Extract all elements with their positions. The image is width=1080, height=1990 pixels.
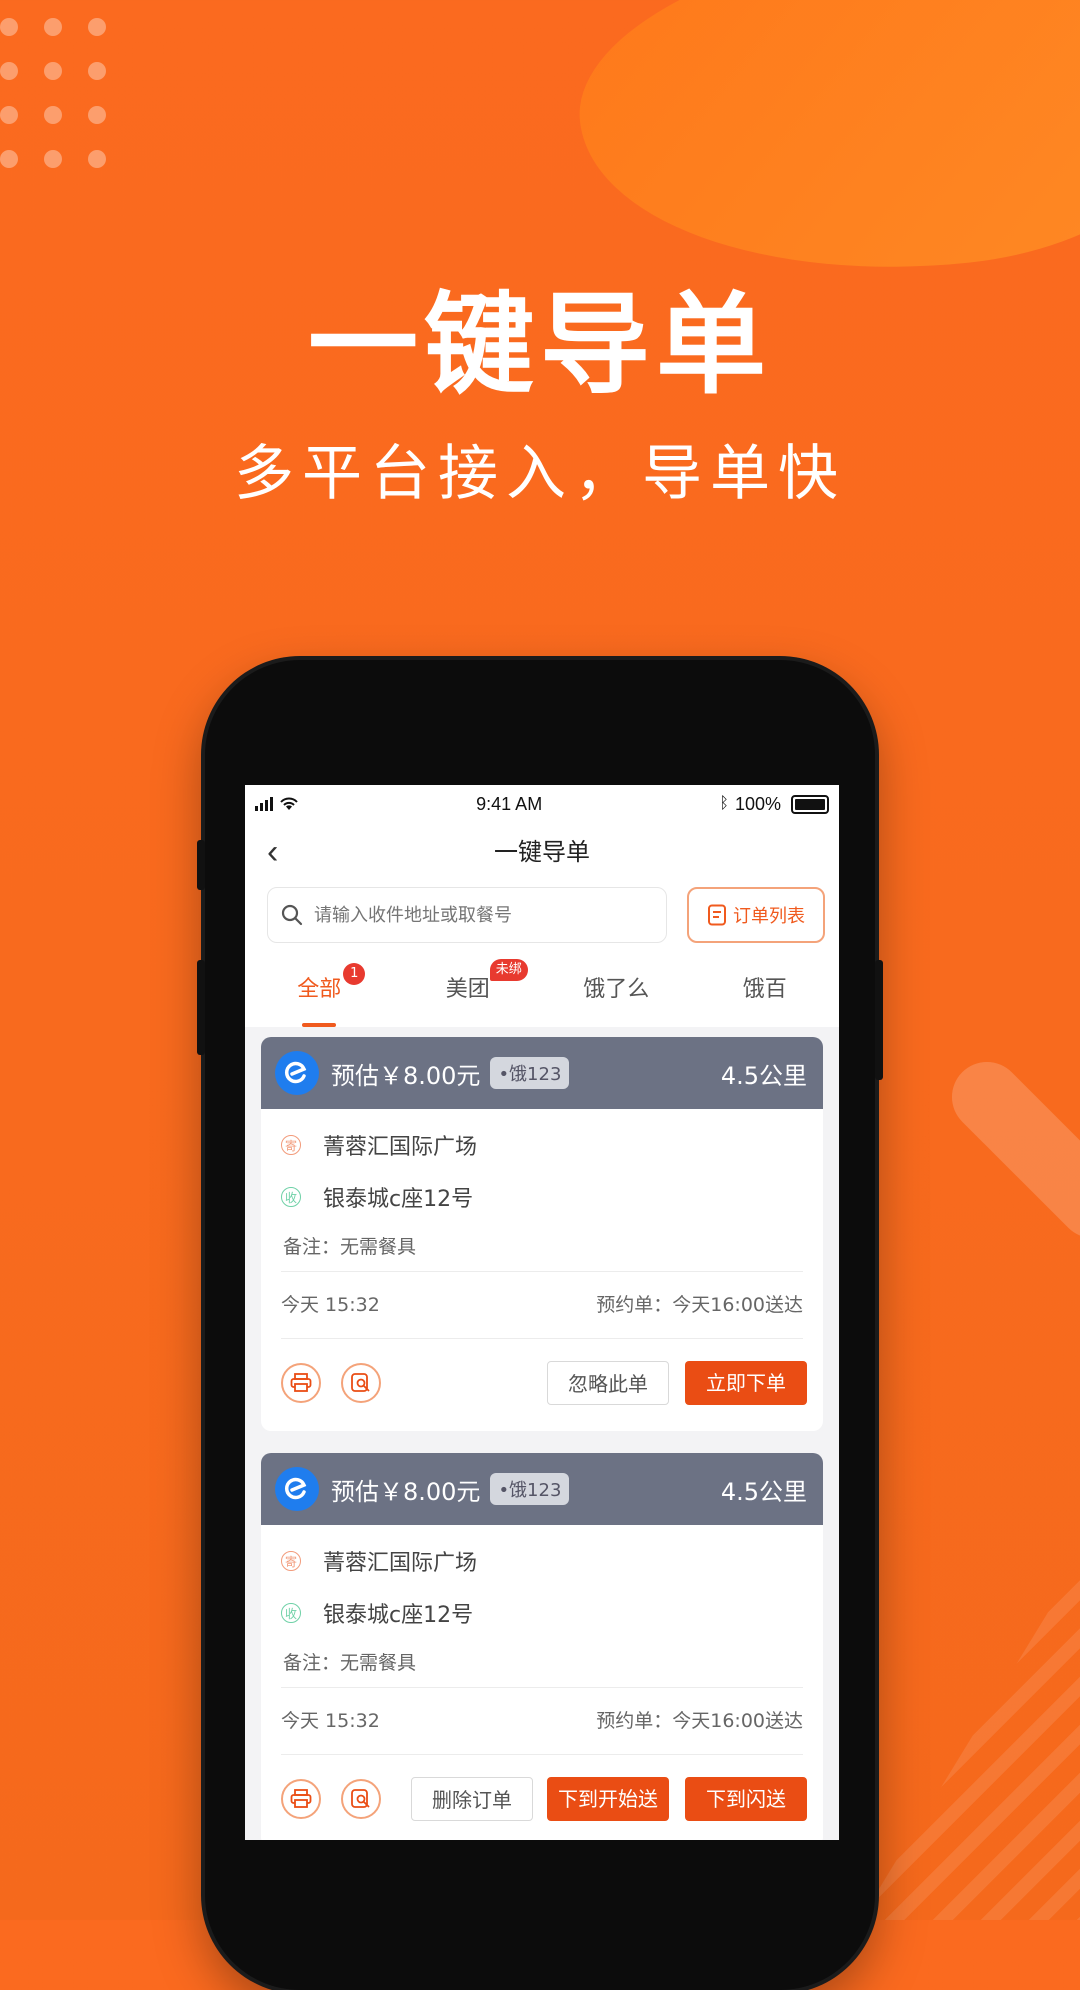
order-note: 备注：无需餐具	[283, 1652, 417, 1674]
tab-label: 美团	[445, 977, 490, 1002]
wifi-icon	[280, 797, 298, 810]
receive-icon: 收	[281, 1187, 301, 1207]
print-button[interactable]	[281, 1779, 321, 1819]
order-card-header: 预估￥8.00元 •饿123 4.5公里	[261, 1453, 823, 1525]
stripe-decoration	[860, 1560, 1080, 1920]
signal-icon	[255, 797, 273, 811]
ignore-order-button[interactable]: 忽略此单	[547, 1361, 669, 1405]
eleme-logo-icon	[275, 1467, 319, 1511]
order-list-button[interactable]: 订单列表	[687, 887, 825, 943]
back-arrow-icon[interactable]: ‹	[267, 823, 278, 881]
receiver-address-row: 收 银泰城c座12号	[261, 1587, 823, 1639]
promo-headline: 一键导单	[308, 281, 772, 409]
status-time: 9:41 AM	[476, 793, 543, 814]
distance: 4.5公里	[720, 1061, 807, 1090]
search-icon	[281, 904, 303, 926]
send-icon: 寄	[281, 1135, 301, 1155]
eleme-logo-icon	[275, 1051, 319, 1095]
search-document-icon	[351, 1789, 370, 1808]
sender-address: 菁蓉汇国际广场	[323, 1135, 478, 1160]
phone-side-button	[875, 960, 883, 1080]
pill-decoration	[937, 1047, 1080, 1253]
schedule-info: 预约单：今天16:00送达	[596, 1710, 803, 1732]
flash-delivery-button[interactable]: 下到闪送	[685, 1777, 807, 1821]
search-input[interactable]	[312, 903, 646, 927]
sender-address-row: 寄 菁蓉汇国际广场	[261, 1535, 823, 1587]
action-row: 忽略此单 立即下单	[261, 1339, 823, 1431]
tab-label: 饿百	[742, 977, 787, 1002]
start-delivery-button[interactable]: 下到开始送	[547, 1777, 669, 1821]
tab-eleme[interactable]: 饿了么	[542, 953, 691, 1027]
time-row: 今天 15:32 预约单：今天16:00送达	[261, 1272, 823, 1338]
time-row: 今天 15:32 预约单：今天16:00送达	[261, 1688, 823, 1754]
view-detail-button[interactable]	[341, 1779, 381, 1819]
order-card: 预估￥8.00元 •饿123 4.5公里 寄 菁蓉汇国际广场 收 银泰城c座12…	[261, 1037, 823, 1431]
printer-icon	[290, 1789, 312, 1808]
order-list-label: 订单列表	[733, 906, 805, 927]
platform-tabs: 全部 1 美团 未绑 饿了么 饿百	[245, 953, 839, 1027]
order-note: 备注：无需餐具	[283, 1236, 417, 1258]
schedule-info: 预约单：今天16:00送达	[596, 1294, 803, 1316]
battery-icon	[790, 794, 829, 814]
search-document-icon	[351, 1373, 370, 1392]
status-bar: 9:41 AM ᛒ 100%	[245, 785, 839, 823]
order-time: 今天 15:32	[281, 1294, 380, 1316]
receiver-address: 银泰城c座12号	[323, 1187, 474, 1212]
receiver-address: 银泰城c座12号	[323, 1603, 474, 1628]
tab-label: 饿了么	[583, 977, 650, 1002]
battery-percent: 100%	[734, 793, 781, 814]
order-card: 预估￥8.00元 •饿123 4.5公里 寄 菁蓉汇国际广场 收 银泰城c座12…	[261, 1453, 823, 1840]
tab-label: 全部	[297, 977, 342, 1002]
order-time: 今天 15:32	[281, 1710, 380, 1732]
page-title: 一键导单	[494, 838, 590, 866]
tab-all[interactable]: 全部 1	[245, 953, 394, 1027]
dot-grid-decoration	[0, 18, 110, 178]
search-row: 订单列表	[245, 881, 839, 953]
price-estimate: 预估￥8.00元	[331, 1477, 481, 1506]
order-tag: •饿123	[490, 1473, 570, 1505]
delete-order-button[interactable]: 删除订单	[411, 1777, 533, 1821]
phone-side-button	[197, 840, 205, 890]
tab-ebai[interactable]: 饿百	[691, 953, 840, 1027]
sender-address: 菁蓉汇国际广场	[323, 1551, 478, 1576]
sender-address-row: 寄 菁蓉汇国际广场	[261, 1119, 823, 1171]
nav-bar: ‹ 一键导单	[245, 823, 839, 881]
order-tag: •饿123	[490, 1057, 570, 1089]
phone-side-button	[197, 960, 205, 1055]
receiver-address-row: 收 银泰城c座12号	[261, 1171, 823, 1223]
receive-icon: 收	[281, 1603, 301, 1623]
active-tab-indicator	[302, 1023, 337, 1027]
promo-subline: 多平台接入，导单快	[234, 439, 846, 509]
action-row: 删除订单 下到开始送 下到闪送	[261, 1755, 823, 1840]
bluetooth-icon: ᛒ	[719, 795, 729, 812]
view-detail-button[interactable]	[341, 1363, 381, 1403]
phone-mockup: 9:41 AM ᛒ 100% ‹ 一键导单 请输入收件地址或取餐号 订单列表 全…	[197, 660, 883, 1990]
search-box[interactable]	[267, 887, 667, 943]
unbound-badge: 未绑	[489, 959, 528, 981]
price-estimate: 预估￥8.00元	[331, 1061, 481, 1090]
document-icon	[708, 904, 726, 926]
distance: 4.5公里	[720, 1477, 807, 1506]
printer-icon	[290, 1373, 312, 1392]
place-order-button[interactable]: 立即下单	[685, 1361, 807, 1405]
app-screen: 9:41 AM ᛒ 100% ‹ 一键导单 请输入收件地址或取餐号 订单列表 全…	[245, 785, 839, 1840]
send-icon: 寄	[281, 1551, 301, 1571]
count-badge: 1	[343, 963, 366, 985]
print-button[interactable]	[281, 1363, 321, 1403]
tab-meituan[interactable]: 美团 未绑	[394, 953, 543, 1027]
order-card-header: 预估￥8.00元 •饿123 4.5公里	[261, 1037, 823, 1109]
